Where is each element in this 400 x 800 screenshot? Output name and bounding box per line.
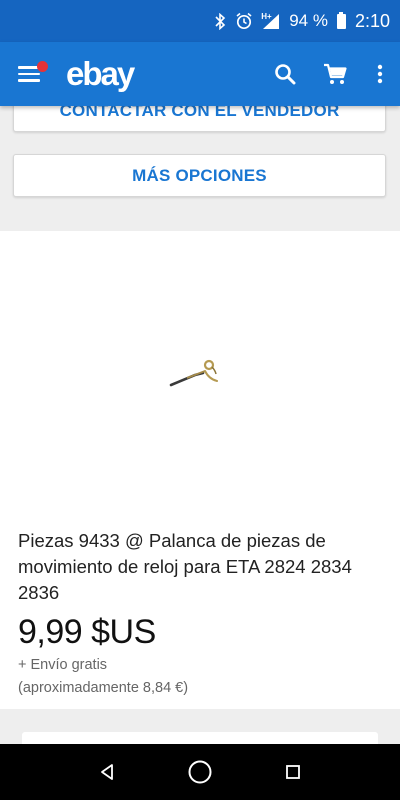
clock-time: 2:10 — [354, 10, 390, 31]
home-icon[interactable] — [180, 752, 220, 792]
next-section-card — [22, 732, 378, 744]
product-title: Piezas 9433 @ Palanca de piezas de movim… — [18, 530, 352, 603]
battery-percent: 94 % — [289, 11, 328, 30]
recents-icon[interactable] — [273, 752, 313, 792]
product-card: Piezas 9433 @ Palanca de piezas de movim… — [0, 231, 400, 709]
approximate-price: (aproximadamente 8,84 €) — [18, 680, 189, 696]
app-bar: ebay — [0, 42, 400, 106]
notification-dot — [37, 61, 48, 72]
search-icon[interactable] — [260, 49, 310, 99]
alarm-icon — [235, 12, 253, 30]
product-price: 9,99 $US — [18, 613, 156, 651]
shipping-info: + Envío gratis — [18, 657, 108, 673]
watch-lever-part-image — [169, 359, 218, 386]
bluetooth-icon — [214, 12, 226, 30]
signal-icon: H+ — [261, 11, 280, 30]
menu-icon[interactable] — [18, 59, 48, 89]
overflow-menu-icon[interactable] — [360, 49, 400, 99]
network-type-label: H+ — [261, 11, 272, 21]
ebay-logo[interactable]: ebay — [66, 55, 135, 93]
cart-icon[interactable] — [310, 49, 360, 99]
more-options-button[interactable]: MÁS OPCIONES — [13, 154, 386, 197]
contact-seller-button[interactable]: CONTACTAR CON EL VENDEDOR — [13, 106, 386, 132]
battery-icon — [336, 11, 346, 29]
system-nav-bar — [0, 744, 400, 800]
product-image[interactable] — [0, 231, 400, 516]
back-icon[interactable] — [87, 752, 127, 792]
status-bar: H+ 94 % 2:10 — [0, 0, 400, 42]
listing-content[interactable]: CONTACTAR CON EL VENDEDOR MÁS OPCIONES P… — [0, 106, 400, 744]
